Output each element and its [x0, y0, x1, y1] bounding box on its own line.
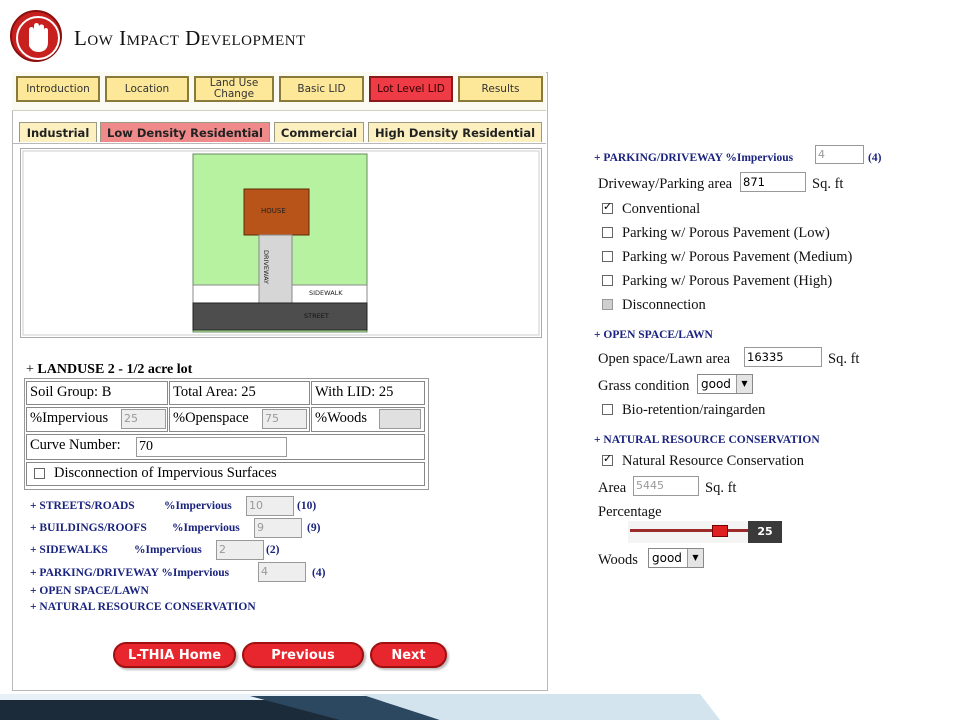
streets-impervious-field: 10 — [246, 496, 294, 516]
parking-paren: (4) — [312, 567, 326, 579]
nav-tab-results[interactable]: Results — [458, 76, 543, 102]
sidewalks-impervious-label: %Impervious — [134, 544, 202, 556]
driveway-label: DRIVEWAY — [261, 250, 270, 284]
porous-medium-checkbox[interactable] — [602, 251, 613, 262]
tab-industrial[interactable]: Industrial — [19, 122, 97, 142]
buildings-roofs-link[interactable]: + BUILDINGS/ROOFS — [30, 522, 147, 534]
buildings-impervious-field: 9 — [254, 518, 302, 538]
impervious-field: 25 — [121, 409, 166, 429]
sidewalks-impervious-field: 2 — [216, 540, 264, 560]
nav-tab-land-use-change[interactable]: Land Use Change — [194, 76, 274, 102]
hand-stop-icon — [16, 16, 60, 60]
sidewalk-label: SIDEWALK — [309, 289, 343, 297]
natural-area-field: 5445 — [633, 476, 699, 496]
with-lid-cell: With LID: 25 — [311, 381, 425, 405]
lthia-home-button[interactable]: L-THIA Home — [113, 642, 236, 668]
driveway-area-unit: Sq. ft — [812, 176, 844, 192]
parking-impervious-field: 4 — [258, 562, 306, 582]
woods-field — [379, 409, 421, 429]
next-button[interactable]: Next — [370, 642, 447, 668]
open-space-lawn-link[interactable]: + OPEN SPACE/LAWN — [30, 585, 149, 597]
driveway-area-label: Driveway/Parking area — [598, 176, 733, 192]
page-title: Low Impact Development — [74, 26, 306, 50]
nav-tab-lot-level-lid[interactable]: Lot Level LID — [369, 76, 453, 102]
soil-group-cell: Soil Group: B — [26, 381, 168, 405]
bio-retention-label: Bio-retention/raingarden — [622, 402, 766, 418]
footer-decoration — [0, 694, 960, 720]
openspace-heading[interactable]: + OPEN SPACE/LAWN — [594, 329, 713, 341]
driveway-area-field[interactable]: 871 — [740, 172, 806, 192]
tab-commercial[interactable]: Commercial — [274, 122, 364, 142]
chevron-down-icon: ▼ — [687, 549, 703, 567]
porous-low-checkbox[interactable] — [602, 227, 613, 238]
natural-resource-checkbox[interactable] — [602, 452, 613, 466]
openspace-area-label: Open space/Lawn area — [598, 351, 731, 367]
natural-heading[interactable]: + NATURAL RESOURCE CONSERVATION — [594, 434, 820, 446]
buildings-paren: (9) — [307, 522, 321, 534]
percentage-slider[interactable]: 25 — [628, 521, 782, 543]
tab-low-density-residential[interactable]: Low Density Residential — [100, 122, 270, 142]
streets-roads-link[interactable]: + STREETS/ROADS — [30, 500, 135, 512]
woods-label: Woods — [598, 552, 638, 568]
grass-condition-select[interactable]: good ▼ — [697, 374, 753, 394]
streets-impervious-label: %Impervious — [164, 500, 232, 512]
slider-thumb[interactable] — [712, 525, 728, 537]
tab-high-density-residential[interactable]: High Density Residential — [368, 122, 542, 142]
parking-right-impervious-field: 4 — [815, 145, 864, 164]
disconnection-label: Disconnection of Impervious Surfaces — [54, 465, 277, 481]
porous-medium-label: Parking w/ Porous Pavement (Medium) — [622, 249, 853, 265]
woods-select[interactable]: good ▼ — [648, 548, 704, 568]
openspace-area-field[interactable]: 16335 — [744, 347, 822, 367]
house-label: HOUSE — [261, 207, 286, 215]
disconnection-right-label: Disconnection — [622, 297, 706, 313]
slider-track — [630, 529, 748, 532]
bio-retention-checkbox[interactable] — [602, 404, 613, 415]
porous-high-checkbox[interactable] — [602, 275, 613, 286]
disconnection-right-checkbox — [602, 299, 613, 310]
natural-area-unit: Sq. ft — [705, 480, 737, 496]
streets-paren: (10) — [297, 500, 317, 512]
parking-right-paren: (4) — [868, 152, 882, 164]
grass-condition-label: Grass condition — [598, 378, 690, 394]
street-shape — [192, 302, 368, 331]
porous-high-label: Parking w/ Porous Pavement (High) — [622, 273, 833, 289]
parking-driveway-link[interactable]: + PARKING/DRIVEWAY %Impervious — [30, 567, 229, 579]
buildings-impervious-label: %Impervious — [172, 522, 240, 534]
parking-heading[interactable]: + PARKING/DRIVEWAY %Impervious — [594, 152, 793, 164]
landuse-heading[interactable]: + LANDUSE 2 - 1/2 acre lot — [26, 362, 192, 378]
nav-tab-introduction[interactable]: Introduction — [16, 76, 100, 102]
previous-button[interactable]: Previous — [242, 642, 364, 668]
nav-tab-basic-lid[interactable]: Basic LID — [279, 76, 364, 102]
porous-low-label: Parking w/ Porous Pavement (Low) — [622, 225, 830, 241]
sidewalks-link[interactable]: + SIDEWALKS — [30, 544, 108, 556]
natural-area-label: Area — [598, 480, 627, 496]
street-label: STREET — [304, 312, 329, 320]
total-area-cell: Total Area: 25 — [169, 381, 310, 405]
percentage-value: 25 — [748, 521, 782, 543]
nav-tab-location[interactable]: Location — [105, 76, 189, 102]
disconnection-checkbox[interactable] — [34, 468, 45, 479]
lot-map: HOUSE DRIVEWAY SIDEWALK STREET — [20, 148, 542, 338]
sidewalks-paren: (2) — [266, 544, 280, 556]
openspace-area-unit: Sq. ft — [828, 351, 860, 367]
lthia-logo — [10, 10, 62, 62]
natural-resource-link[interactable]: + NATURAL RESOURCE CONSERVATION — [30, 601, 256, 613]
chevron-down-icon: ▼ — [736, 375, 752, 393]
curve-number-field[interactable]: 70 — [136, 437, 287, 457]
percentage-label: Percentage — [598, 504, 662, 520]
conventional-checkbox[interactable] — [602, 200, 613, 214]
conventional-label: Conventional — [622, 201, 701, 217]
openspace-field: 75 — [262, 409, 307, 429]
natural-resource-label: Natural Resource Conservation — [622, 453, 805, 469]
